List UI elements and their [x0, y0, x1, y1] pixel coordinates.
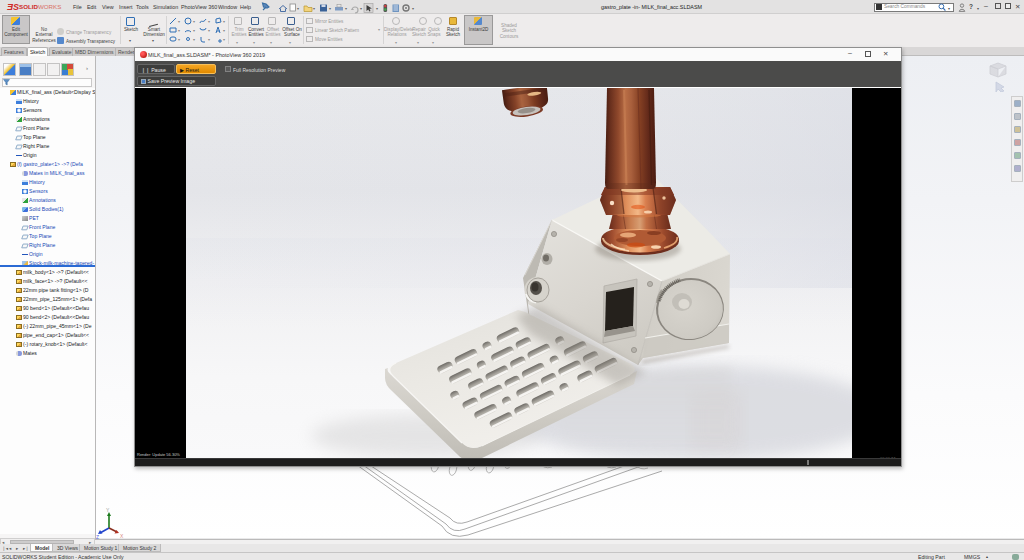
svg-text:Y: Y	[106, 507, 110, 513]
